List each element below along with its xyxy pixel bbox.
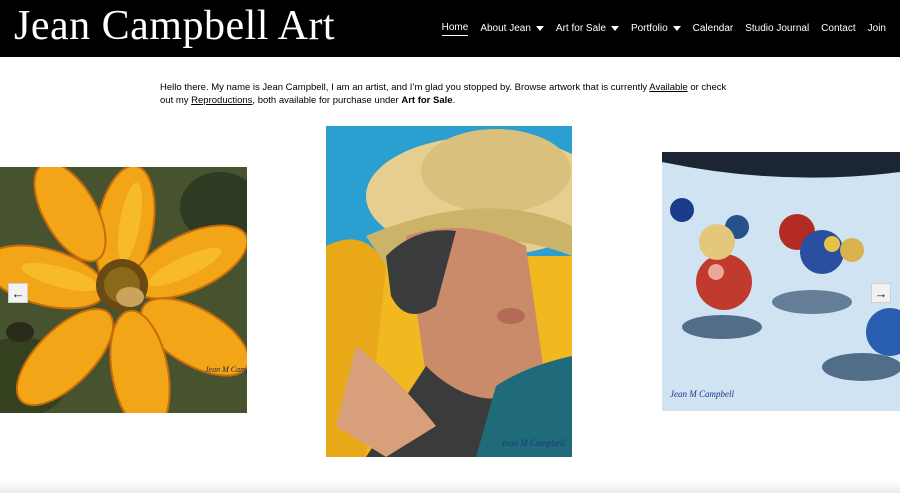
- chevron-down-icon: [610, 26, 619, 31]
- nav-item-about-jean[interactable]: About Jean: [480, 19, 544, 39]
- available-link[interactable]: Available: [649, 82, 687, 93]
- site-title[interactable]: Jean Campbell Art: [14, 2, 335, 50]
- nav-item-join[interactable]: Join: [868, 19, 886, 39]
- marbles-painting: Jean M Campbell: [662, 152, 900, 411]
- nav-item-studio-journal[interactable]: Studio Journal: [745, 19, 809, 39]
- nav-item-calendar[interactable]: Calendar: [693, 19, 734, 39]
- flower-painting: Jean M Campbell: [0, 167, 247, 413]
- gallery-slide-flower[interactable]: Jean M Campbell: [0, 167, 247, 413]
- nav-label: About Jean: [480, 23, 531, 34]
- nav-item-portfolio[interactable]: Portfolio: [631, 19, 681, 39]
- painting-signature: Jean M Campbell: [670, 389, 734, 399]
- previous-slide-button[interactable]: ←: [8, 283, 28, 303]
- chevron-down-icon: [672, 26, 681, 31]
- intro-part4: .: [452, 95, 456, 106]
- nav-label: Contact: [821, 23, 856, 34]
- intro-part1: Hello there. My name is Jean Campbell, I…: [160, 82, 650, 93]
- portrait-painting: Jean M Campbell: [326, 126, 572, 457]
- reproductions-link[interactable]: Reproductions: [191, 95, 252, 106]
- nav-label: Join: [867, 23, 886, 34]
- main-nav: Home About Jean Art for Sale Portfolio C…: [430, 0, 886, 57]
- site-header: Jean Campbell Art Home About Jean Art fo…: [0, 0, 900, 57]
- nav-label: Home: [441, 22, 469, 36]
- art-for-sale-emphasis: Art for Sale: [401, 95, 453, 106]
- next-slide-button[interactable]: →: [871, 283, 891, 303]
- painting-signature: Jean M Campbell: [501, 438, 565, 448]
- intro-part3: , both available for purchase under: [252, 95, 402, 106]
- nav-label: Studio Journal: [745, 23, 810, 34]
- painting-signature: Jean M Campbell: [205, 365, 247, 374]
- intro-text: Hello there. My name is Jean Campbell, I…: [160, 81, 740, 107]
- gallery-slide-marbles[interactable]: Jean M Campbell: [662, 152, 900, 411]
- nav-item-art-for-sale[interactable]: Art for Sale: [556, 19, 619, 39]
- nav-item-contact[interactable]: Contact: [821, 19, 855, 39]
- page-bottom-shadow: [0, 481, 900, 493]
- chevron-down-icon: [535, 26, 544, 31]
- nav-label: Art for Sale: [555, 23, 606, 34]
- gallery-slide-portrait[interactable]: Jean M Campbell: [326, 126, 572, 457]
- nav-label: Portfolio: [630, 23, 668, 34]
- nav-item-home[interactable]: Home: [441, 19, 469, 39]
- nav-label: Calendar: [692, 23, 734, 34]
